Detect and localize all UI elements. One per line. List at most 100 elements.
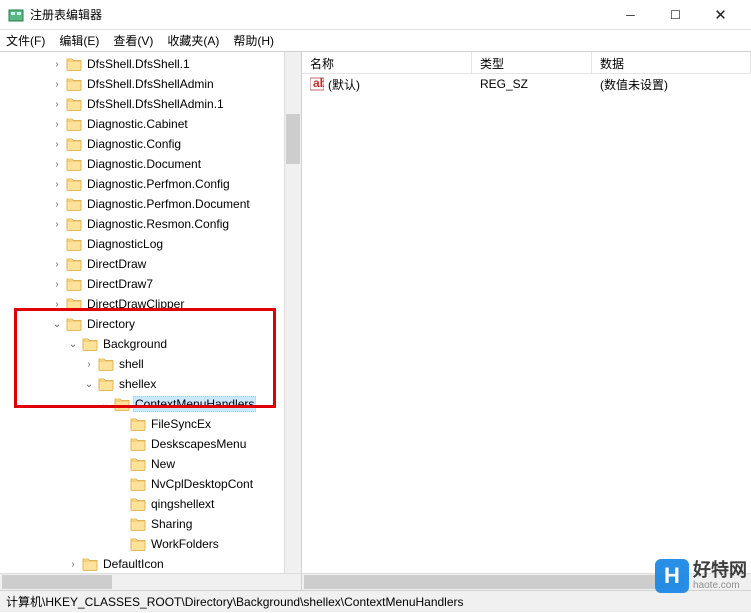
chevron-down-icon[interactable]	[98, 397, 112, 411]
tree-pane: DfsShell.DfsShell.1DfsShell.DfsShellAdmi…	[0, 52, 302, 590]
folder-icon	[66, 177, 82, 191]
tree-item[interactable]: DfsShell.DfsShellAdmin	[0, 74, 301, 94]
tree-item[interactable]: Diagnostic.Perfmon.Config	[0, 174, 301, 194]
tree-item[interactable]: Sharing	[0, 514, 301, 534]
folder-icon	[66, 317, 82, 331]
app-icon	[8, 7, 24, 23]
tree-item[interactable]: Diagnostic.Resmon.Config	[0, 214, 301, 234]
folder-icon	[130, 517, 146, 531]
chevron-right-icon[interactable]	[50, 257, 64, 271]
tree-item-label: DefaultIcon	[101, 556, 166, 572]
tree-item[interactable]: Diagnostic.Document	[0, 154, 301, 174]
folder-icon	[130, 437, 146, 451]
tree-item[interactable]: DiagnosticLog	[0, 234, 301, 254]
expander-spacer	[114, 437, 128, 451]
tree-item[interactable]: DfsShell.DfsShell.1	[0, 54, 301, 74]
tree-vertical-scrollbar[interactable]	[284, 52, 301, 573]
chevron-right-icon[interactable]	[50, 77, 64, 91]
tree-item[interactable]: DefaultIcon	[0, 554, 301, 574]
tree-item[interactable]: DirectDraw7	[0, 274, 301, 294]
watermark: H 好特网 haote.com	[655, 559, 747, 593]
close-button[interactable]: ✕	[698, 0, 743, 30]
list-row[interactable]: ab (默认) REG_SZ (数值未设置)	[302, 74, 751, 94]
chevron-right-icon[interactable]	[82, 357, 96, 371]
folder-icon	[130, 537, 146, 551]
tree-item-label: Sharing	[149, 516, 194, 532]
tree-item[interactable]: Background	[0, 334, 301, 354]
status-path: 计算机\HKEY_CLASSES_ROOT\Directory\Backgrou…	[6, 593, 464, 610]
string-value-icon: ab	[310, 77, 324, 91]
tree-item[interactable]: Diagnostic.Cabinet	[0, 114, 301, 134]
folder-icon	[98, 357, 114, 371]
menu-view[interactable]: 查看(V)	[113, 32, 153, 49]
expander-spacer	[114, 457, 128, 471]
folder-icon	[82, 337, 98, 351]
menu-file[interactable]: 文件(F)	[6, 32, 45, 49]
chevron-right-icon[interactable]	[50, 97, 64, 111]
content: DfsShell.DfsShell.1DfsShell.DfsShellAdmi…	[0, 52, 751, 590]
tree-item[interactable]: ContextMenuHandlers	[0, 394, 301, 414]
tree-item-label: Background	[101, 336, 169, 352]
folder-icon	[82, 557, 98, 571]
chevron-down-icon[interactable]	[66, 337, 80, 351]
folder-icon	[66, 117, 82, 131]
tree-item-label: Diagnostic.Resmon.Config	[85, 216, 231, 232]
chevron-right-icon[interactable]	[50, 157, 64, 171]
tree-item[interactable]: DirectDrawClipper	[0, 294, 301, 314]
maximize-button[interactable]: ☐	[653, 0, 698, 30]
menubar: 文件(F) 编辑(E) 查看(V) 收藏夹(A) 帮助(H)	[0, 30, 751, 52]
menu-edit[interactable]: 编辑(E)	[59, 32, 99, 49]
tree-item-label: Diagnostic.Config	[85, 136, 183, 152]
folder-icon	[130, 497, 146, 511]
registry-tree[interactable]: DfsShell.DfsShell.1DfsShell.DfsShellAdmi…	[0, 52, 301, 576]
tree-item-label: Directory	[85, 316, 137, 332]
tree-item[interactable]: qingshellext	[0, 494, 301, 514]
tree-item[interactable]: NvCplDesktopCont	[0, 474, 301, 494]
chevron-right-icon[interactable]	[50, 57, 64, 71]
column-data[interactable]: 数据	[592, 52, 751, 73]
watermark-text: 好特网	[693, 561, 747, 581]
tree-item[interactable]: WorkFolders	[0, 534, 301, 554]
tree-item-label: shell	[117, 356, 146, 372]
folder-icon	[114, 397, 130, 411]
folder-icon	[130, 477, 146, 491]
chevron-right-icon[interactable]	[50, 277, 64, 291]
tree-item[interactable]: DeskscapesMenu	[0, 434, 301, 454]
chevron-right-icon[interactable]	[50, 197, 64, 211]
titlebar: 注册表编辑器 ─ ☐ ✕	[0, 0, 751, 30]
tree-item-label: DirectDrawClipper	[85, 296, 186, 312]
folder-icon	[66, 157, 82, 171]
statusbar: 计算机\HKEY_CLASSES_ROOT\Directory\Backgrou…	[0, 590, 751, 612]
chevron-right-icon[interactable]	[50, 217, 64, 231]
expander-spacer	[114, 537, 128, 551]
menu-favorites[interactable]: 收藏夹(A)	[167, 32, 219, 49]
tree-item[interactable]: shell	[0, 354, 301, 374]
chevron-right-icon[interactable]	[50, 137, 64, 151]
tree-item[interactable]: Diagnostic.Perfmon.Document	[0, 194, 301, 214]
chevron-down-icon[interactable]	[82, 377, 96, 391]
minimize-button[interactable]: ─	[608, 0, 653, 30]
column-type[interactable]: 类型	[472, 52, 592, 73]
tree-item[interactable]: DirectDraw	[0, 254, 301, 274]
expander-spacer	[114, 417, 128, 431]
tree-item[interactable]: DfsShell.DfsShellAdmin.1	[0, 94, 301, 114]
tree-horizontal-scrollbar[interactable]	[0, 573, 301, 590]
column-name[interactable]: 名称	[302, 52, 472, 73]
chevron-right-icon[interactable]	[50, 177, 64, 191]
watermark-url: haote.com	[693, 580, 747, 591]
folder-icon	[66, 237, 82, 251]
chevron-down-icon[interactable]	[50, 317, 64, 331]
tree-item[interactable]: Directory	[0, 314, 301, 334]
tree-item-label: DfsShell.DfsShellAdmin.1	[85, 96, 226, 112]
tree-item[interactable]: Diagnostic.Config	[0, 134, 301, 154]
tree-item[interactable]: shellex	[0, 374, 301, 394]
menu-help[interactable]: 帮助(H)	[233, 32, 274, 49]
tree-item-label: Diagnostic.Perfmon.Document	[85, 196, 252, 212]
chevron-right-icon[interactable]	[50, 297, 64, 311]
chevron-right-icon[interactable]	[50, 117, 64, 131]
watermark-logo: H	[655, 559, 689, 593]
tree-item-label: shellex	[117, 376, 158, 392]
tree-item[interactable]: FileSyncEx	[0, 414, 301, 434]
chevron-right-icon[interactable]	[66, 557, 80, 571]
tree-item[interactable]: New	[0, 454, 301, 474]
